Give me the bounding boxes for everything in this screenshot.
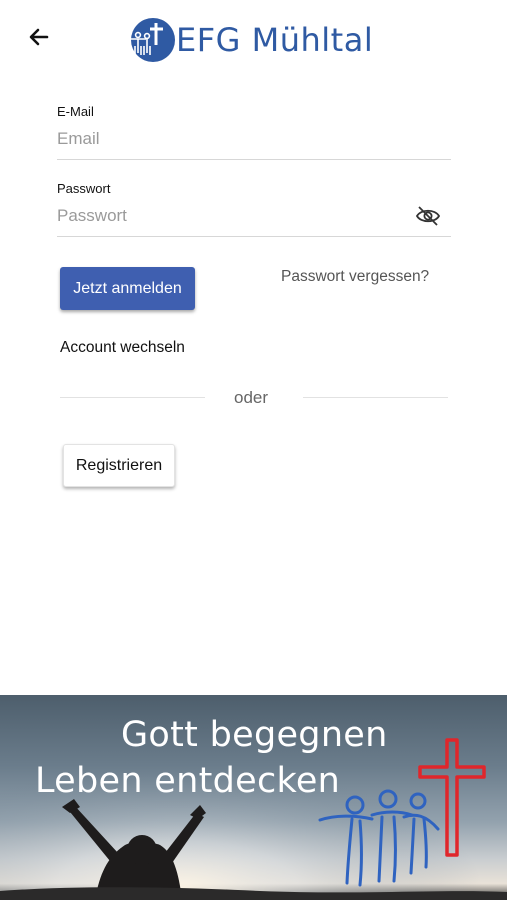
app-logo: EFG Mühltal <box>126 14 373 66</box>
logo-text: EFG Mühltal <box>176 21 374 59</box>
forgot-password-link[interactable]: Passwort vergessen? <box>281 268 429 286</box>
divider-line-left <box>60 397 205 398</box>
password-field-wrapper <box>57 196 451 237</box>
email-label: E-Mail <box>57 104 94 119</box>
church-logo-icon <box>130 18 175 62</box>
arrow-left-icon <box>29 28 49 46</box>
banner-headline-1: Gott begegnen <box>121 715 388 755</box>
email-field[interactable] <box>57 129 451 149</box>
switch-account-link[interactable]: Account wechseln <box>60 339 185 357</box>
eye-off-icon[interactable] <box>415 205 441 227</box>
promo-banner: Gott begegnen Leben entdecken <box>0 695 507 900</box>
banner-headline-2: Leben entdecken <box>35 761 341 801</box>
back-button[interactable] <box>22 20 56 54</box>
email-field-wrapper <box>57 119 451 160</box>
login-button[interactable]: Jetzt anmelden <box>60 267 195 310</box>
register-button[interactable]: Registrieren <box>63 444 175 487</box>
password-field[interactable] <box>57 206 451 226</box>
login-form: E-Mail Passwort <box>57 104 451 237</box>
divider-line-right <box>303 397 448 398</box>
divider-label: oder <box>234 388 269 407</box>
app-header: EFG Mühltal <box>0 0 507 80</box>
password-label: Passwort <box>57 181 111 196</box>
